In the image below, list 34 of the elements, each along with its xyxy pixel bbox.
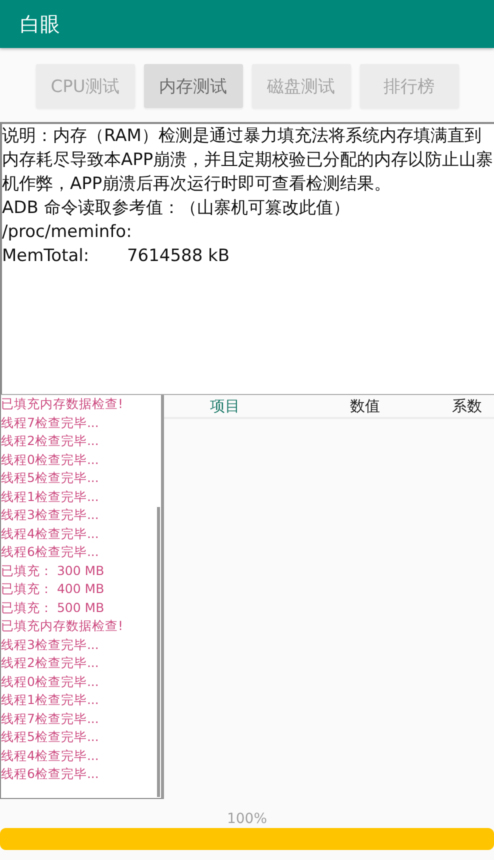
tab-button[interactable]: 排行榜	[360, 64, 458, 108]
app-title: 白眼	[20, 10, 60, 38]
log-line: 线程1检查完毕...	[1, 691, 100, 709]
log-line: 线程0检查完毕...	[1, 450, 100, 468]
log-line: 线程7检查完毕...	[1, 710, 100, 728]
column-header: 项目	[210, 396, 240, 416]
log-line: 线程6检查完毕...	[1, 543, 100, 561]
log-line: 已填充： 500 MB	[1, 598, 106, 616]
log-line: 线程4检查完毕...	[1, 746, 100, 764]
tab-button[interactable]: 磁盘测试	[252, 64, 350, 108]
tab-button[interactable]: CPU测试	[36, 64, 134, 108]
log-line: 线程6检查完毕...	[1, 765, 100, 783]
log-line: 线程3检查完毕...	[1, 506, 100, 524]
column-header: 数值	[350, 396, 380, 416]
log-line: 已填充内存数据检查!	[1, 617, 124, 635]
progress-reading: 100%	[226, 810, 268, 828]
log-line: 线程0检查完毕...	[1, 672, 100, 690]
log-line: 线程5检查完毕...	[1, 469, 100, 487]
tab-button[interactable]: 内存测试	[144, 64, 242, 108]
description-text: /proc/meminfo:	[2, 221, 133, 244]
column-header: 系数	[452, 396, 482, 416]
log-line: 已填充： 400 MB	[1, 580, 106, 598]
log-line: 线程1检查完毕...	[1, 488, 100, 506]
log-line: 已填充内存数据检查!	[1, 395, 124, 413]
log-line: 线程2检查完毕...	[1, 654, 100, 672]
log-line: 线程2检查完毕...	[1, 432, 100, 450]
log-line: 线程5检查完毕...	[1, 728, 100, 746]
description-text: 说明：内存（RAM）检测是通过暴力填充法将系统内存填满直到内存耗尽导致本APP崩溃，并且定期校验已分配的内存以防止山寨机作弊，APP崩溃后再次运行时即可查看检测结果。	[2, 125, 494, 196]
log-line: 已填充： 300 MB	[1, 562, 106, 580]
description-text: MemTotal: 7614588 kB	[2, 245, 231, 268]
description-text: ADB 命令读取参考值：（山寨机可篡改此值）	[2, 197, 351, 220]
log-line: 线程3检查完毕...	[1, 636, 100, 654]
log-line: 线程7检查完毕...	[1, 414, 100, 432]
log-line: 线程4检查完毕...	[1, 524, 100, 542]
